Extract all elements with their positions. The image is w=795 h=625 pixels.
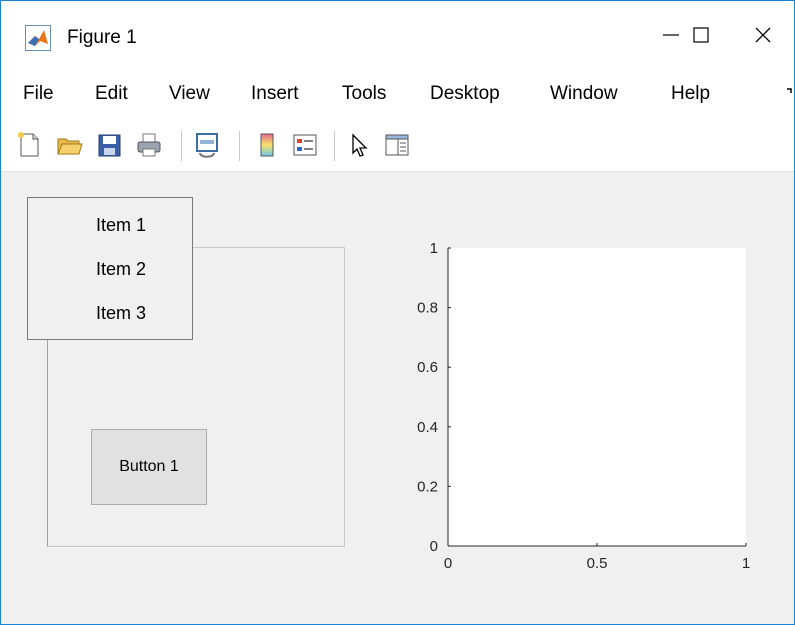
menu-overflow-icon[interactable]: [786, 83, 794, 99]
listbox[interactable]: Item 1 Item 2 Item 3: [27, 197, 193, 340]
y-tick-label: 0: [430, 538, 438, 555]
open-file-icon[interactable]: [55, 131, 83, 159]
menu-help[interactable]: Help: [671, 81, 710, 107]
menu-view[interactable]: View: [169, 81, 210, 107]
list-item[interactable]: Item 1: [96, 212, 146, 238]
y-tick-label: 0.8: [417, 300, 438, 317]
toolbar-separator: [181, 131, 182, 161]
x-ticks: 0 0.5 1: [444, 543, 750, 572]
menu-tools[interactable]: Tools: [342, 81, 386, 107]
y-tick-label: 1: [430, 240, 438, 257]
edit-plot-arrow-icon[interactable]: [345, 131, 373, 159]
toolbar-separator: [239, 131, 240, 161]
figure-window: Figure 1 File Edit View Insert Tools Des…: [0, 0, 795, 625]
toolbar-separator: [334, 131, 335, 161]
figure-toolbar: [1, 119, 794, 172]
menu-window[interactable]: Window: [550, 81, 618, 107]
print-icon[interactable]: [135, 131, 163, 159]
x-tick-label: 0.5: [587, 555, 608, 572]
menu-bar: File Edit View Insert Tools Desktop Wind…: [1, 69, 794, 119]
title-bar[interactable]: Figure 1: [1, 1, 794, 69]
menu-edit[interactable]: Edit: [95, 81, 128, 107]
property-inspector-icon[interactable]: [383, 131, 411, 159]
x-tick-label: 1: [742, 555, 750, 572]
close-button[interactable]: [733, 1, 793, 69]
y-tick-label: 0.6: [417, 359, 438, 376]
push-button[interactable]: Button 1: [91, 429, 207, 505]
axes-background: [448, 248, 746, 546]
maximize-button[interactable]: [671, 1, 731, 69]
y-tick-label: 0.2: [417, 478, 438, 495]
menu-file[interactable]: File: [23, 81, 54, 107]
matlab-app-icon: [25, 25, 51, 51]
save-icon[interactable]: [95, 131, 123, 159]
legend-icon[interactable]: [291, 131, 319, 159]
push-button-label: Button 1: [119, 458, 179, 475]
menu-insert[interactable]: Insert: [251, 81, 299, 107]
menu-desktop[interactable]: Desktop: [430, 81, 500, 107]
x-tick-label: 0: [444, 555, 452, 572]
y-ticks: 0 0.2 0.4 0.6 0.8 1: [417, 240, 451, 555]
window-title: Figure 1: [67, 27, 137, 48]
list-item[interactable]: Item 3: [96, 300, 146, 326]
close-icon: [755, 27, 771, 43]
new-figure-icon[interactable]: [15, 131, 43, 159]
colorbar-icon[interactable]: [253, 131, 281, 159]
axes[interactable]: 00.20.40.60.81 0 0.5 1: [381, 231, 771, 591]
y-tick-label: 0.4: [417, 419, 438, 436]
maximize-icon: [693, 27, 709, 43]
list-item[interactable]: Item 2: [96, 256, 146, 282]
link-plot-icon[interactable]: [194, 131, 222, 159]
